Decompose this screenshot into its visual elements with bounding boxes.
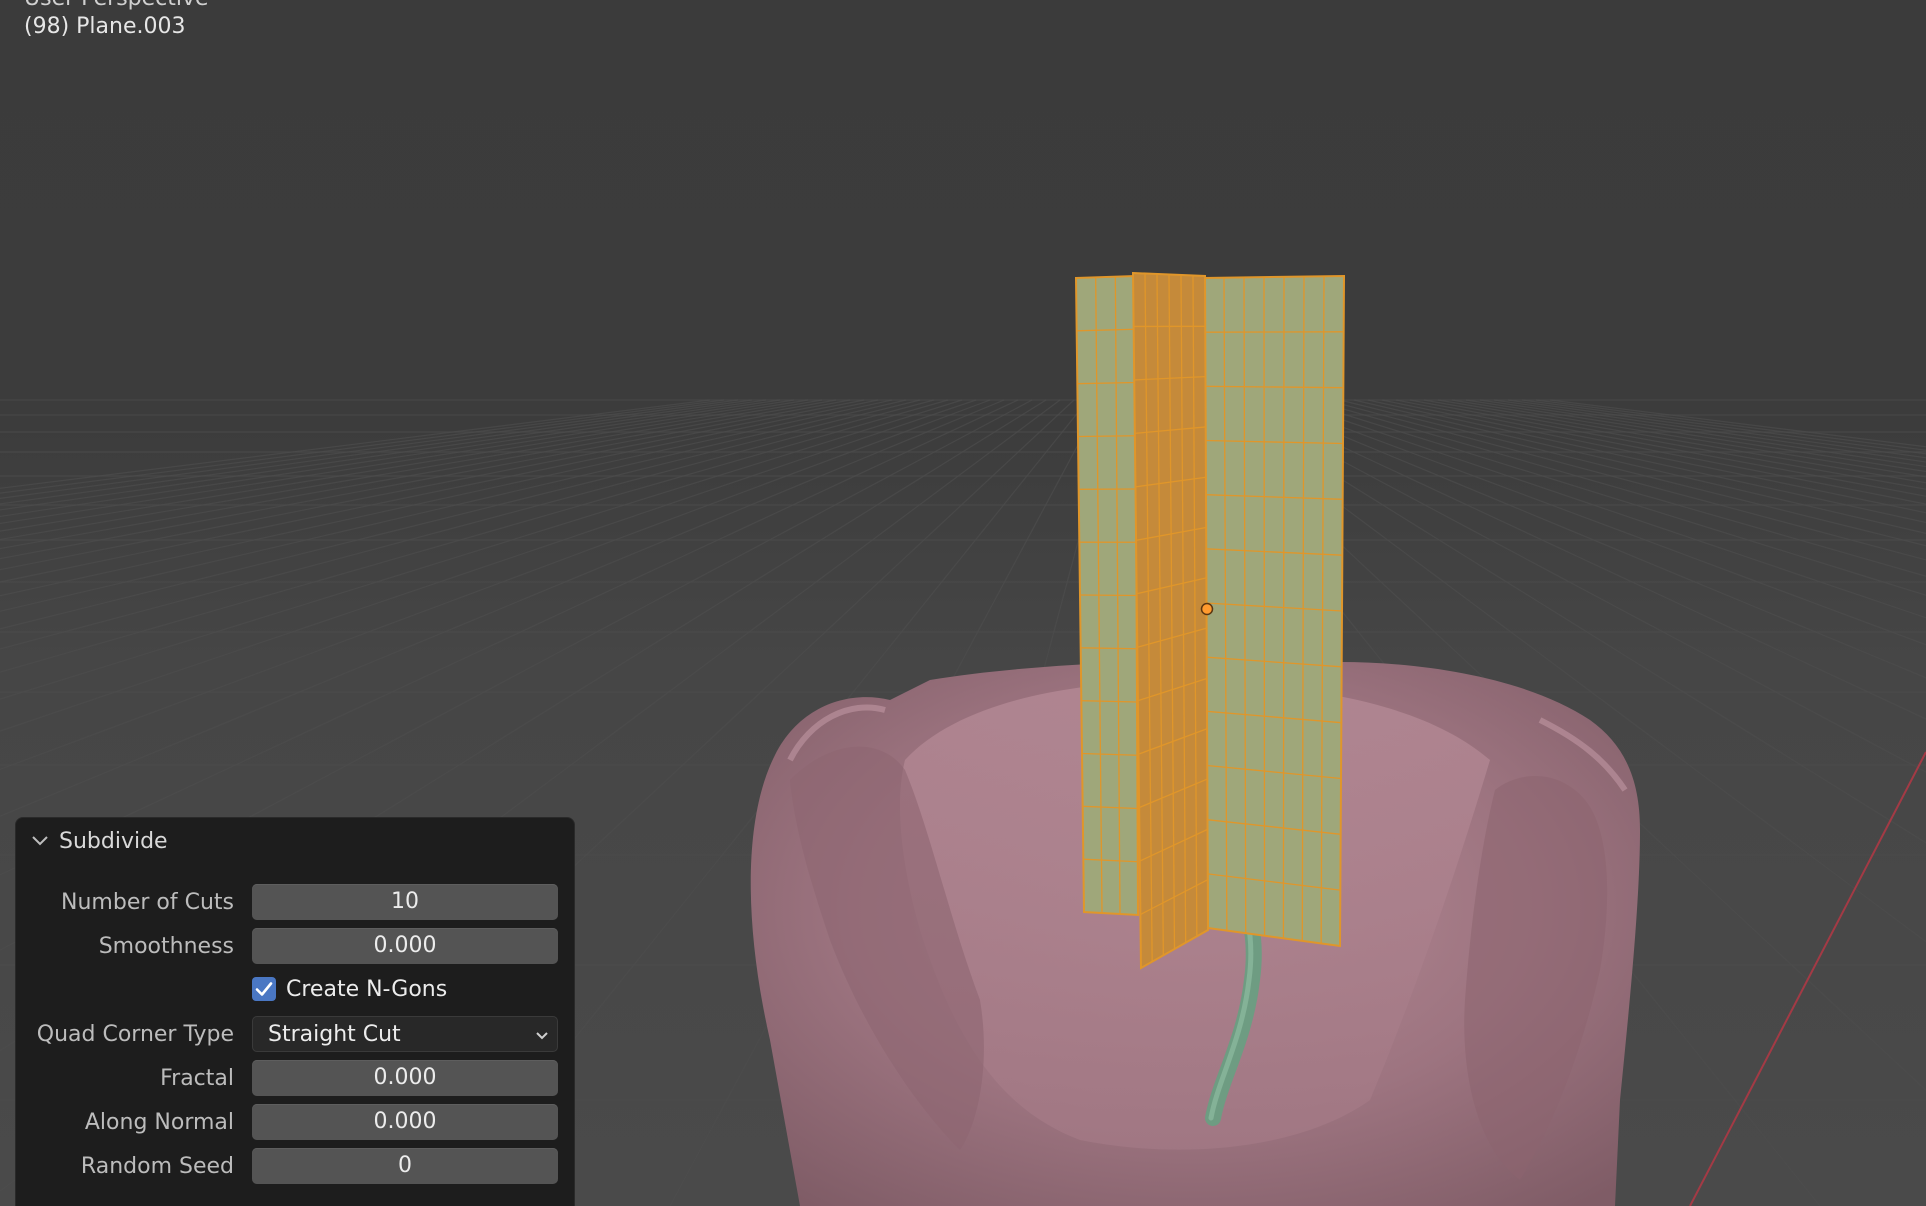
mesh-edge bbox=[1079, 594, 1137, 597]
smoothness-row: Smoothness 0.000 bbox=[16, 926, 574, 966]
fractal-field[interactable]: 0.000 bbox=[252, 1060, 558, 1096]
mesh-edge bbox=[1080, 647, 1137, 650]
along-normal-row: Along Normal 0.000 bbox=[16, 1102, 574, 1142]
along-normal-label: Along Normal bbox=[84, 1110, 234, 1135]
checkmark-icon bbox=[255, 982, 273, 996]
x-axis-line bbox=[1689, 751, 1926, 1206]
object-origin-dot bbox=[1200, 602, 1214, 616]
quad-corner-type-dropdown[interactable]: Straight Cut bbox=[252, 1016, 558, 1052]
create-ngons-checkbox[interactable] bbox=[252, 977, 276, 1001]
fractal-row: Fractal 0.000 bbox=[16, 1058, 574, 1098]
operator-panel-header[interactable]: Subdivide bbox=[16, 818, 574, 866]
along-normal-field[interactable]: 0.000 bbox=[252, 1104, 558, 1140]
selected-plane-mesh[interactable] bbox=[1074, 271, 1346, 970]
smoothness-label: Smoothness bbox=[98, 934, 234, 959]
number-of-cuts-label: Number of Cuts bbox=[61, 890, 234, 915]
smoothness-field[interactable]: 0.000 bbox=[252, 928, 558, 964]
chevron-down-icon bbox=[536, 1032, 548, 1040]
active-object-label: (98) Plane.003 bbox=[24, 14, 186, 39]
create-ngons-label[interactable]: Create N-Gons bbox=[286, 977, 447, 1002]
number-of-cuts-field[interactable]: 10 bbox=[252, 884, 558, 920]
quad-corner-type-row: Quad Corner Type Straight Cut bbox=[16, 1014, 574, 1054]
fractal-label: Fractal bbox=[160, 1066, 234, 1091]
quad-corner-type-value: Straight Cut bbox=[268, 1022, 401, 1047]
create-ngons-row: Create N-Gons bbox=[16, 970, 574, 1010]
quad-corner-type-label: Quad Corner Type bbox=[36, 1022, 234, 1047]
operator-panel-title: Subdivide bbox=[59, 829, 168, 854]
random-seed-field[interactable]: 0 bbox=[252, 1148, 558, 1184]
number-of-cuts-row: Number of Cuts 10 bbox=[16, 882, 574, 922]
random-seed-row: Random Seed 0 bbox=[16, 1146, 574, 1186]
chevron-down-icon[interactable] bbox=[30, 831, 50, 851]
viewport-view-title: User Perspective bbox=[24, 0, 209, 11]
subdivide-operator-panel[interactable]: Subdivide Number of Cuts 10 Smoothness 0… bbox=[16, 818, 574, 1206]
mesh-edge bbox=[1077, 435, 1136, 438]
3d-viewport[interactable]: User Perspective (98) Plane.003 Subdivid… bbox=[0, 0, 1926, 1206]
random-seed-label: Random Seed bbox=[80, 1154, 234, 1179]
